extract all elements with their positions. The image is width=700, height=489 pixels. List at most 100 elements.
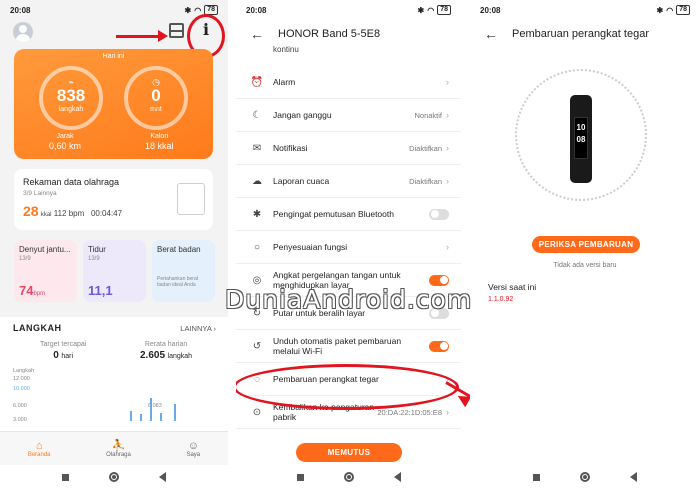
device-header: ← HONOR Band 5-5E8 (236, 22, 461, 46)
heart-rate-card[interactable]: Denyut jantu... 13/9 74bpm (14, 240, 77, 302)
status-bar: 20:08 ✱ ◠ 78 (236, 0, 461, 20)
toggle-switch[interactable] (429, 340, 449, 352)
tab-saya[interactable]: ☺ Saya (186, 440, 200, 458)
weight-card[interactable]: Berat badan Pertahankan berat badan idea… (152, 240, 215, 302)
divider (461, 0, 469, 489)
settings-row[interactable]: ✉ Notifikasi Diaktifkan › (236, 132, 461, 165)
status-bar: 20:08 ✱ ◠ 78 (470, 0, 700, 20)
tick-label: 3.000 (13, 417, 27, 423)
settings-row[interactable]: ☾ Jangan ganggu Nonaktif › (236, 99, 461, 132)
recents-button[interactable] (296, 473, 304, 481)
home-icon: ⌂ (35, 439, 43, 452)
recents-button[interactable] (533, 473, 540, 481)
chevron-right-icon: › (213, 324, 217, 333)
heart-number: 74 (19, 283, 34, 298)
toggle-switch[interactable] (429, 274, 449, 286)
band-time-minute: 08 (576, 135, 586, 144)
avatar[interactable] (13, 22, 33, 42)
chevron-right-icon: › (446, 143, 449, 153)
back-arrow-icon[interactable]: ← (250, 26, 270, 42)
distance-label: Jarak (56, 133, 74, 140)
steps-more-link[interactable]: LAINNYA › (180, 324, 216, 333)
tab-olahraga[interactable]: ⛹ Olahraga (106, 440, 131, 458)
scan-icon[interactable] (169, 23, 184, 38)
bottom-tab-bar: ⌂ Beranda ⛹ Olahraga ☺ Saya (0, 431, 228, 465)
settings-row[interactable]: ⏰ Alarm › (236, 66, 461, 99)
tick-label: 12.000 (13, 376, 30, 382)
screenshot-collage: 20:08 ✱ ◠ 78 i Hari ini ⌁ 838 langkah ◷ (0, 0, 700, 489)
settings-row[interactable]: ☁ Laporan cuaca Diaktifkan › (236, 165, 461, 198)
settings-row-value: 20:DA:22:1D:05:E8 (377, 407, 442, 417)
weight-note: Pertahankan berat badan ideal Anda (157, 276, 199, 288)
toggle-switch[interactable] (429, 208, 449, 220)
calories-stat: Kalori 18 kkal (145, 133, 174, 151)
chart-axis-title: Langkah (13, 368, 35, 374)
status-time: 20:08 (480, 5, 501, 15)
weight-title: Berat badan (157, 245, 201, 254)
divider (228, 0, 236, 489)
function-icon: ○ (253, 241, 261, 253)
home-button[interactable] (580, 472, 590, 482)
chart-bar (130, 411, 132, 421)
steps-section: LANGKAH LAINNYA › Target tercapai 0 hari… (0, 317, 228, 434)
system-nav-bar (470, 465, 700, 489)
firmware-header: ← Pembaruan perangkat tegar (470, 22, 700, 46)
chart-bar (174, 404, 176, 421)
unpair-button[interactable]: MEMUTUS PENYANDINGAN (296, 443, 402, 476)
workout-record-card[interactable]: Rekaman data olahraga 3/9 Lainnya 28 kka… (14, 169, 213, 230)
wifi-icon: ◠ (427, 5, 435, 15)
annotation-arrowhead (158, 30, 168, 42)
band-time-hour: 10 (576, 123, 586, 132)
battery-icon: 78 (676, 5, 690, 15)
check-update-button[interactable]: PERIKSA PEMBARUAN (532, 236, 640, 253)
annotation-arrow (116, 35, 160, 38)
bluetooth-icon: ✱ (656, 5, 664, 15)
settings-row[interactable]: ✱ Pengingat pemutusan Bluetooth (236, 198, 461, 231)
chart-bar (160, 413, 162, 421)
partial-row-label: kontinu (273, 45, 299, 54)
home-button[interactable] (109, 472, 119, 482)
daily-activity-card[interactable]: Hari ini ⌁ 838 langkah ◷ 0 mnt Jarak 0,6… (14, 49, 213, 159)
bluetooth-icon: ✱ (184, 5, 192, 15)
average-label: Rerata harian (144, 341, 188, 348)
weather-icon: ☁ (252, 175, 262, 187)
sleep-value: 11,1 (88, 283, 113, 298)
target-label: Target tercapai (40, 341, 87, 348)
sleep-date: 13/9 (88, 256, 100, 262)
status-time: 20:08 (246, 5, 267, 15)
heart-date: 13/9 (19, 256, 31, 262)
settings-row-label: Alarm (273, 77, 296, 87)
sleep-card[interactable]: Tidur 13/9 11,1 (83, 240, 146, 302)
home-button[interactable] (343, 472, 354, 482)
band-screen: 10 08 (574, 117, 588, 159)
back-button[interactable] (393, 472, 401, 482)
today-label: Hari ini (102, 53, 125, 60)
average-value: 2.605 (140, 350, 166, 361)
wrist-icon: ◎ (252, 274, 262, 286)
wifi-icon: ◠ (666, 5, 674, 15)
person-icon: ☺ (187, 439, 199, 452)
recents-button[interactable] (62, 473, 69, 481)
settings-row[interactable]: ↺ Unduh otomatis paket pembaruan melalui … (236, 330, 461, 363)
reset-icon: ⊙ (252, 406, 262, 418)
version-value: 1.1.0.92 (488, 296, 514, 303)
settings-row-label: Penyesuaian fungsi (273, 242, 348, 252)
battery-icon: 78 (437, 5, 451, 15)
back-button[interactable] (630, 472, 637, 482)
steps-section-title: LANGKAH (13, 323, 62, 333)
alarm-icon: ⏰ (250, 76, 264, 88)
moon-icon: ☾ (252, 109, 262, 121)
settings-row-label: Jangan ganggu (273, 110, 332, 120)
chevron-right-icon: › (446, 242, 449, 252)
tab-beranda[interactable]: ⌂ Beranda (28, 440, 51, 458)
calories-value: 18 kkal (145, 141, 174, 151)
settings-row[interactable]: ○ Penyesuaian fungsi › (236, 231, 461, 264)
settings-row-value: Nonaktif (414, 110, 442, 120)
calories-label: Kalori (150, 133, 169, 140)
back-button[interactable] (159, 472, 166, 482)
health-home-screen: 20:08 ✱ ◠ 78 i Hari ini ⌁ 838 langkah ◷ (0, 0, 228, 489)
back-arrow-icon[interactable]: ← (484, 26, 504, 42)
heart-title: Denyut jantu... (19, 245, 71, 254)
workout-kcal-unit: kkal (40, 212, 52, 218)
running-icon: ⛹ (111, 439, 126, 452)
